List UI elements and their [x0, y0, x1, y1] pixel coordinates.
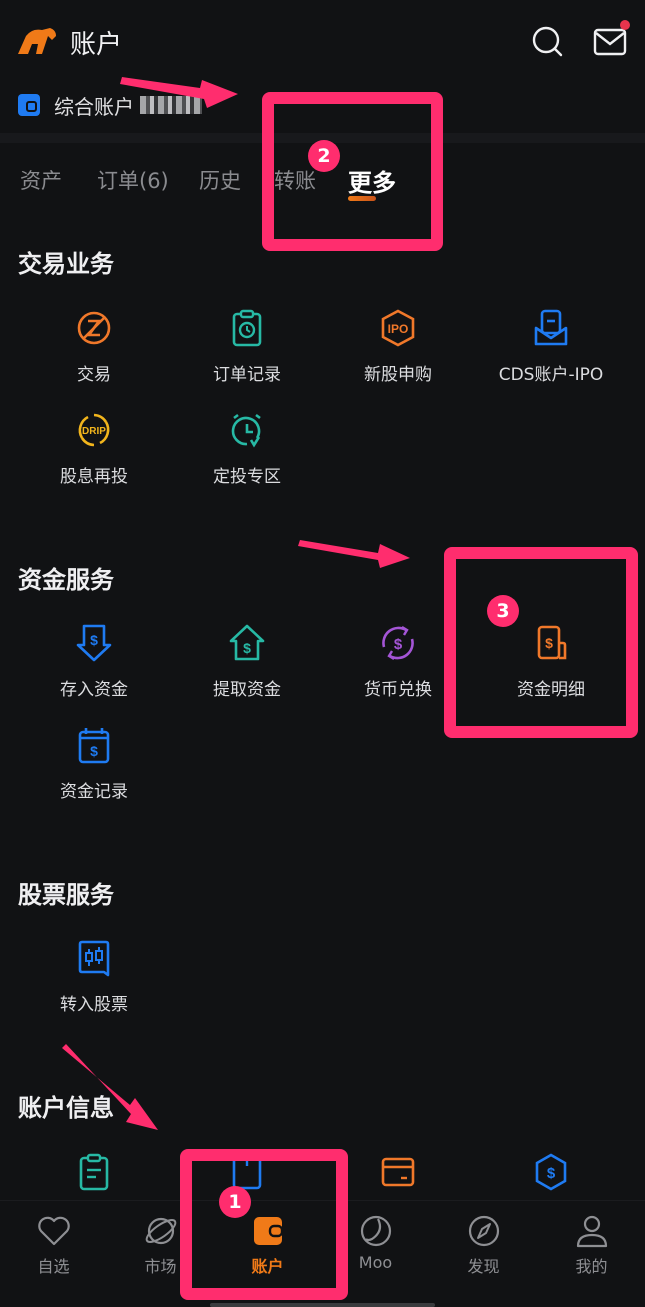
annotation-badge-2: 2	[308, 140, 340, 172]
tab-history[interactable]: 历史	[199, 165, 241, 195]
compass-icon	[468, 1215, 499, 1247]
annotation-badge-3: 3	[487, 595, 519, 627]
svg-text:DRIP: DRIP	[82, 426, 106, 437]
grid-item-label: 转入股票	[60, 995, 128, 1015]
svg-text:$: $	[90, 743, 98, 759]
annotation-badge-1: 1	[219, 1186, 251, 1218]
grid-item-label: 提取资金	[213, 680, 281, 700]
wallet-icon	[18, 94, 40, 116]
moo-icon	[360, 1215, 391, 1247]
section-title-stocks: 股票服务	[18, 881, 114, 909]
account-selector[interactable]: 综合账户	[18, 88, 202, 122]
section-title-trading: 交易业务	[18, 250, 114, 278]
tab-orders[interactable]: 订单(6)	[97, 165, 169, 195]
svg-text:$: $	[394, 636, 403, 653]
alarm-clock-icon	[231, 413, 261, 448]
annotation-arrow-3	[298, 540, 410, 568]
ipo-icon: IPO	[381, 309, 415, 347]
nav-label: 我的	[575, 1257, 608, 1276]
nav-me[interactable]: 我的	[538, 1213, 645, 1277]
nav-label: 发现	[467, 1257, 500, 1276]
grid-item-label: CDS账户-IPO	[498, 365, 604, 385]
currency-exchange-icon: $	[382, 625, 414, 661]
grid-item-cds-account[interactable]: CDS账户-IPO	[476, 308, 626, 385]
account-label: 综合账户	[54, 94, 134, 119]
grid-item-label: 存入资金	[60, 680, 128, 700]
cds-account-icon	[534, 309, 568, 346]
bull-logo-icon	[18, 28, 56, 54]
svg-text:$: $	[90, 632, 98, 648]
grid-item-fund-record[interactable]: $ 资金记录	[19, 725, 169, 802]
grid-item-label: 股息再投	[60, 467, 128, 487]
section-title-funds: 资金服务	[18, 566, 114, 594]
withdraw-icon: $	[229, 624, 265, 661]
notification-dot	[620, 20, 630, 30]
order-record-icon	[232, 309, 262, 347]
annotation-box-3	[444, 547, 638, 738]
grid-item-ipo[interactable]: IPO 新股申购	[323, 308, 473, 385]
search-icon[interactable]	[530, 24, 566, 60]
home-indicator	[210, 1303, 435, 1307]
tab-assets[interactable]: 资产	[20, 165, 62, 195]
trade-icon	[77, 311, 111, 345]
annotation-box-1	[180, 1149, 348, 1300]
header: 账户	[0, 0, 645, 86]
nav-label: 自选	[37, 1257, 70, 1276]
svg-text:$: $	[243, 640, 251, 656]
card-icon	[381, 1157, 415, 1187]
dollar-shield-icon: $	[535, 1153, 567, 1191]
grid-item-account-info-1[interactable]	[19, 1152, 169, 1192]
svg-text:IPO: IPO	[388, 322, 409, 336]
grid-item-label: 交易	[77, 365, 111, 385]
grid-item-account-info-4[interactable]: $	[476, 1152, 626, 1192]
nav-watchlist[interactable]: 自选	[0, 1213, 107, 1277]
drip-icon: DRIP	[78, 413, 110, 447]
annotation-box-2	[262, 92, 443, 251]
heart-icon	[37, 1216, 70, 1246]
clipboard-icon	[79, 1153, 109, 1191]
section-title-account-info: 账户信息	[18, 1094, 114, 1122]
grid-item-label: 定投专区	[213, 467, 281, 487]
fund-record-icon: $	[78, 728, 110, 764]
grid-item-auto-invest[interactable]: 定投专区	[172, 410, 322, 487]
grid-item-drip[interactable]: DRIP 股息再投	[19, 410, 169, 487]
person-icon	[576, 1215, 607, 1248]
grid-item-withdraw[interactable]: $ 提取资金	[172, 623, 322, 700]
grid-item-transfer-in-stock[interactable]: 转入股票	[19, 938, 169, 1015]
planet-icon	[145, 1217, 176, 1245]
deposit-icon: $	[76, 624, 112, 662]
page-title: 账户	[70, 30, 123, 60]
grid-item-deposit[interactable]: $ 存入资金	[19, 623, 169, 700]
grid-item-label: 资金记录	[60, 782, 128, 802]
grid-item-label: 新股申购	[364, 365, 432, 385]
grid-item-label: 订单记录	[213, 365, 281, 385]
grid-item-trade[interactable]: 交易	[19, 308, 169, 385]
svg-text:$: $	[547, 1165, 556, 1182]
transfer-in-stock-icon	[78, 940, 110, 977]
account-number-masked	[140, 96, 202, 114]
nav-discover[interactable]: 发现	[430, 1213, 537, 1277]
grid-item-order-record[interactable]: 订单记录	[172, 308, 322, 385]
